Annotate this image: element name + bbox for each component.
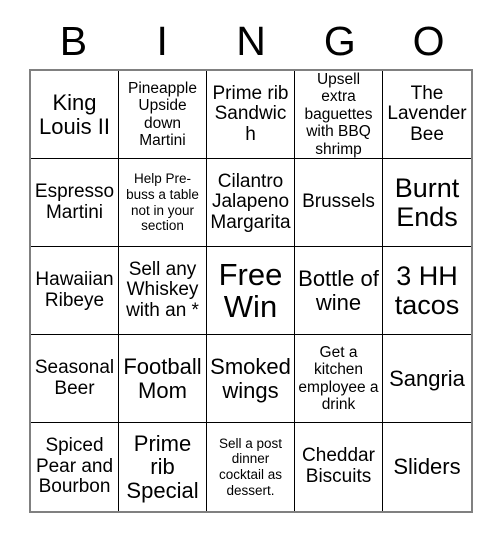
- bingo-cell[interactable]: Spiced Pear and Bourbon: [31, 423, 119, 511]
- bingo-cell-label: Prime rib Special: [126, 431, 199, 503]
- bingo-cell-label: Cheddar Biscuits: [302, 445, 375, 487]
- bingo-cell[interactable]: Espresso Martini: [31, 159, 119, 247]
- bingo-cell[interactable]: Seasonal Beer: [31, 335, 119, 423]
- bingo-cell-label: Espresso Martini: [34, 180, 115, 223]
- bingo-cell-label: Pineapple Upside down Martini: [128, 79, 197, 149]
- bingo-cell[interactable]: Prime rib Sandwich: [207, 71, 295, 159]
- bingo-cell-label: Sliders: [393, 454, 461, 480]
- bingo-cell-label: Seasonal Beer: [34, 356, 115, 399]
- bingo-cell-label: Spiced Pear and Bourbon: [35, 435, 114, 498]
- bingo-cell[interactable]: Football Mom: [119, 335, 207, 423]
- bingo-cell[interactable]: Brussels: [295, 159, 383, 247]
- bingo-cell[interactable]: The Lavender Bee: [383, 71, 471, 159]
- bingo-cell-label: Sangria: [389, 365, 465, 391]
- bingo-cell[interactable]: Sliders: [383, 423, 471, 511]
- bingo-header-letter-b: B: [59, 18, 88, 64]
- bingo-cell[interactable]: King Louis II: [31, 71, 119, 159]
- bingo-cell-label: Upsell extra baguettes with BBQ shrimp: [304, 71, 373, 158]
- bingo-cell-label: Hawaiian Ribeye: [35, 268, 114, 311]
- bingo-cell[interactable]: Prime rib Special: [119, 423, 207, 511]
- bingo-cell-label: 3 HH tacos: [394, 261, 460, 320]
- bingo-cell[interactable]: Get a kitchen employee a drink: [295, 335, 383, 423]
- bingo-cell[interactable]: Sell any Whiskey with an *: [119, 247, 207, 335]
- bingo-cell-label: Burnt Ends: [394, 173, 460, 232]
- bingo-header-letter-i: I: [156, 18, 168, 64]
- bingo-cell[interactable]: Burnt Ends: [383, 159, 471, 247]
- bingo-cell[interactable]: Pineapple Upside down Martini: [119, 71, 207, 159]
- bingo-cell-label: The Lavender Bee: [387, 82, 467, 145]
- bingo-cell-label: Smoked wings: [210, 354, 291, 403]
- bingo-header-letter-g: G: [323, 18, 356, 64]
- bingo-cell[interactable]: Sangria: [383, 335, 471, 423]
- bingo-cell-label: Sell a post dinner cocktail as dessert.: [218, 435, 283, 498]
- bingo-cell[interactable]: Bottle of wine: [295, 247, 383, 335]
- bingo-cell[interactable]: Upsell extra baguettes with BBQ shrimp: [295, 71, 383, 159]
- bingo-cell-label: Cilantro Jalapeno Margarita: [210, 170, 291, 233]
- bingo-free-space-cell[interactable]: Free Win: [207, 247, 295, 335]
- bingo-grid: King Louis II Pineapple Upside down Marti…: [29, 69, 473, 513]
- bingo-cell[interactable]: Help Pre-buss a table not in your sectio…: [119, 159, 207, 247]
- bingo-cell[interactable]: Hawaiian Ribeye: [31, 247, 119, 335]
- bingo-cell-label: Get a kitchen employee a drink: [298, 343, 379, 413]
- bingo-cell-label: Prime rib Sandwich: [212, 82, 289, 145]
- bingo-header-letter-o: O: [412, 18, 445, 64]
- bingo-cell-label: Help Pre-buss a table not in your sectio…: [126, 171, 199, 234]
- bingo-cell-label: Football Mom: [123, 354, 202, 403]
- bingo-cell-label: Bottle of wine: [298, 266, 379, 315]
- bingo-cell[interactable]: Cilantro Jalapeno Margarita: [207, 159, 295, 247]
- bingo-header-row: B I N G O: [29, 14, 473, 69]
- bingo-card: B I N G O King Louis II Pineapple Upside …: [0, 0, 500, 544]
- bingo-cell-label: Free Win: [218, 256, 283, 324]
- bingo-cell[interactable]: 3 HH tacos: [383, 247, 471, 335]
- bingo-header-letter-n: N: [236, 18, 266, 64]
- bingo-cell[interactable]: Sell a post dinner cocktail as dessert.: [207, 423, 295, 511]
- bingo-cell[interactable]: Smoked wings: [207, 335, 295, 423]
- bingo-cell[interactable]: Cheddar Biscuits: [295, 423, 383, 511]
- bingo-cell-label: Sell any Whiskey with an *: [126, 258, 199, 321]
- bingo-cell-label: Brussels: [302, 191, 375, 213]
- bingo-cell-label: King Louis II: [39, 90, 110, 139]
